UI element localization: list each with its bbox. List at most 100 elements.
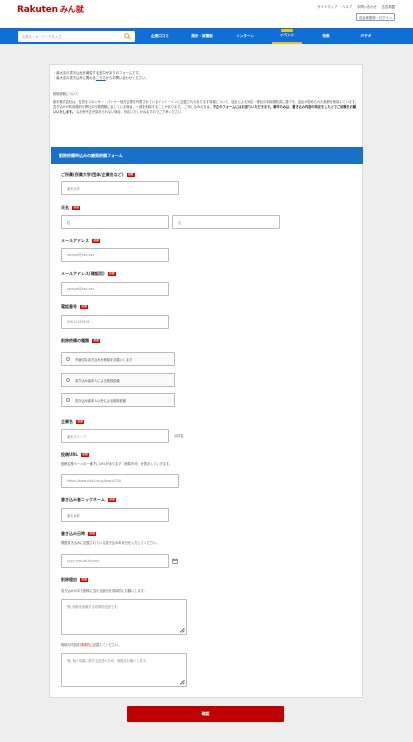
reason-help-2-row: 削除の内容を具体的に記載してください。 — [61, 642, 121, 647]
reason-label: 削除理由 — [61, 576, 77, 582]
field-email-confirm: メールアドレス(確認用) 必須 — [61, 271, 116, 276]
email-confirm-label: メールアドレス(確認用) — [61, 270, 105, 276]
field-nickname: 書き込み者ニックネーム 必須 — [61, 496, 117, 502]
deletion-notice: 削除依頼について 楽天株式会社は、社員をスポンサー・パトナー他方企業を代表されて… — [53, 87, 359, 141]
toplink-ads[interactable]: 広告掲載 — [382, 4, 395, 9]
name-label-row: 氏名 必須 — [61, 204, 81, 210]
radio-option-3[interactable]: 書き込み者本人以外による削除依頼 — [61, 393, 175, 407]
radio-option-2-label: 書き込み者本人による削除依頼 — [75, 378, 120, 383]
resize-handle-icon[interactable] — [179, 679, 185, 685]
required-badge: 必須 — [92, 338, 101, 343]
radio-circle — [66, 357, 70, 361]
notice-title: 削除依頼について — [53, 92, 79, 96]
required-badge: 必須 — [72, 205, 81, 210]
main-nav: 企業名・キーワードを入力 企業口コミ 掲示・就職案 インターン イベント 特集 … — [0, 28, 413, 44]
resize-handle-icon[interactable] — [179, 627, 185, 633]
rakuten-logo[interactable]: Rakuten みん就 — [17, 4, 84, 16]
request-type-label-row: 削除依頼の種類 必須 — [61, 338, 101, 343]
login-button[interactable]: 自治体登録・ログイン — [356, 13, 395, 21]
notice-body-1: 楽天株式会社は、社員をスポンサー・パトナー他方企業を代表されているイントーインに… — [53, 100, 298, 104]
reason-help-2-prefix: 削除の内容を — [61, 643, 81, 647]
reason-placeholder-1: 例) 削除を依頼する具体的記述です。 — [67, 605, 120, 609]
nav-reviews[interactable]: 企業口コミ — [145, 28, 175, 44]
company-name-unit: の件名 — [174, 434, 184, 438]
company-input[interactable]: 楽天大学 — [61, 181, 179, 195]
field-url: 投稿URL 必須 投稿企業ページの一番下にURLがあります（削除不可）を表示してい… — [61, 452, 172, 467]
nickname-label: 書き込み者ニックネーム — [61, 496, 105, 502]
reason-help-2-suffix: に記載してください。 — [89, 643, 122, 647]
field-phone: 電話番号 必須 — [61, 303, 89, 309]
form-title: 削除依頼申込みの開発依頼フォーム — [51, 147, 363, 164]
logo-service: みん就 — [59, 5, 84, 14]
company-name-input[interactable]: 楽天グループ — [61, 429, 169, 443]
note-line-2: ・最大名の書き込みに関わるこちらからお問い合わせください。 — [53, 76, 149, 81]
search-placeholder: 企業名・キーワードを入力 — [22, 35, 62, 39]
date-label-row: 書き込み日時 必須 — [61, 531, 160, 536]
required-badge: 必須 — [88, 531, 97, 536]
calendar-icon[interactable] — [172, 558, 178, 564]
nickname-label-row: 書き込み者ニックネーム 必須 — [61, 496, 117, 502]
nickname-input[interactable]: 楽天太郎 — [61, 508, 169, 522]
field-email: メールアドレス 必須 — [61, 237, 101, 243]
field-date: 書き込み日時 必須 問題書き込みに記載されている書き込み年月日を入力してください。 — [61, 531, 160, 546]
email-confirm-label-row: メールアドレス(確認用) 必須 — [61, 271, 116, 276]
toplink-sitemap[interactable]: サイトマップ — [317, 4, 337, 9]
radio-option-1-label: 不適切な書き込みを削除をお願いします — [75, 357, 133, 362]
field-request-type: 削除依頼の種類 必須 — [61, 338, 101, 343]
company-name-label: 企業名 — [61, 418, 73, 424]
company-label-row: ご所属(所属大学/団体/企業名など) 必須 — [61, 172, 135, 177]
radio-circle — [66, 378, 70, 382]
radio-option-2[interactable]: 書き込み者本人による削除依頼 — [61, 373, 175, 387]
field-name: 氏名 必須 — [61, 204, 81, 210]
nav-it[interactable]: ITテギ — [353, 28, 379, 44]
url-label: 投稿URL — [61, 451, 78, 457]
top-links: サイトマップ ヘルプ お問い合わせ 広告掲載 — [317, 4, 395, 9]
note-line-2-prefix: ・最大名の書き込みに関わる — [53, 76, 96, 80]
logo-brand: Rakuten — [17, 5, 58, 15]
search-input[interactable]: 企業名・キーワードを入力 — [18, 31, 135, 42]
nav-feature[interactable]: 特集 — [316, 28, 336, 44]
required-badge: 必須 — [92, 238, 101, 243]
date-label: 書き込み日時 — [61, 530, 85, 536]
first-name-input[interactable]: 名 — [172, 215, 280, 229]
email-label: メールアドレス — [61, 237, 89, 243]
url-label-row: 投稿URL 必須 — [61, 452, 172, 457]
phone-input[interactable]: 09012345678 — [61, 315, 169, 329]
search-icon[interactable] — [124, 33, 131, 40]
toplink-contact[interactable]: お問い合わせ — [357, 4, 377, 9]
date-input[interactable]: yyyy-mm-dd hh:mm — [61, 554, 169, 568]
company-label: ご所属(所属大学/団体/企業名など) — [61, 171, 124, 177]
notice-body-3: ご申し込みの方は、 — [184, 105, 213, 110]
note-line-2-suffix: からお問い合わせください。 — [105, 76, 149, 80]
contact-link[interactable]: こちら — [96, 76, 106, 80]
reason-placeholder-2: 例) 個人情報に関する記述のため、削除をお願いします。 — [67, 659, 149, 663]
reason-help-1: 書き込みの中で削除に当たる部分を具体的にお願いします。 — [61, 589, 147, 593]
required-badge: 必須 — [107, 271, 116, 276]
reason-help-2-highlight: 具体的 — [80, 643, 90, 647]
url-input[interactable]: https://www.nikki.ne.jp/board/7XX — [61, 474, 179, 488]
required-badge: 必須 — [107, 497, 117, 502]
reason-textarea-1[interactable]: 例) 削除を依頼する具体的記述です。 — [61, 599, 187, 635]
required-badge: 必須 — [76, 419, 85, 424]
required-badge: 必須 — [126, 172, 135, 177]
site-header: Rakuten みん就 サイトマップ ヘルプ お問い合わせ 広告掲載 自治体登録… — [0, 0, 413, 28]
date-help: 問題書き込みに記載されている書き込み年月日を入力してください。 — [61, 541, 160, 545]
name-label: 氏名 — [61, 204, 69, 210]
email-label-row: メールアドレス 必須 — [61, 237, 101, 243]
last-name-input[interactable]: 姓 — [61, 215, 169, 229]
radio-option-3-label: 書き込み者本人以外による削除依頼 — [75, 398, 126, 403]
email-input[interactable]: sample@xxx.xxx — [61, 248, 169, 262]
company-name-label-row: 企業名 必須 — [61, 418, 85, 424]
field-company-name: 企業名 必須 — [61, 418, 85, 424]
required-badge: 必須 — [80, 577, 89, 582]
toplink-help[interactable]: ヘルプ — [342, 4, 352, 9]
reason-label-row: 削除理由 必須 — [61, 577, 147, 582]
nav-bbs[interactable]: 掲示・就職案 — [183, 28, 221, 44]
radio-option-1[interactable]: 不適切な書き込みを削除をお願いします — [61, 352, 175, 366]
intro-notes: ・最大名の書き込みを報告する窓口がありのフォームです。 ・最大名の書き込みに関わ… — [53, 71, 149, 81]
nav-intern[interactable]: インターン — [229, 28, 261, 44]
reason-textarea-2[interactable]: 例) 個人情報に関する記述のため、削除をお願いします。 — [61, 653, 187, 687]
email-confirm-input[interactable]: sample@xxx.xxx — [61, 282, 169, 296]
confirm-button[interactable]: 確認 — [127, 706, 284, 722]
phone-label: 電話番号 — [61, 303, 77, 309]
